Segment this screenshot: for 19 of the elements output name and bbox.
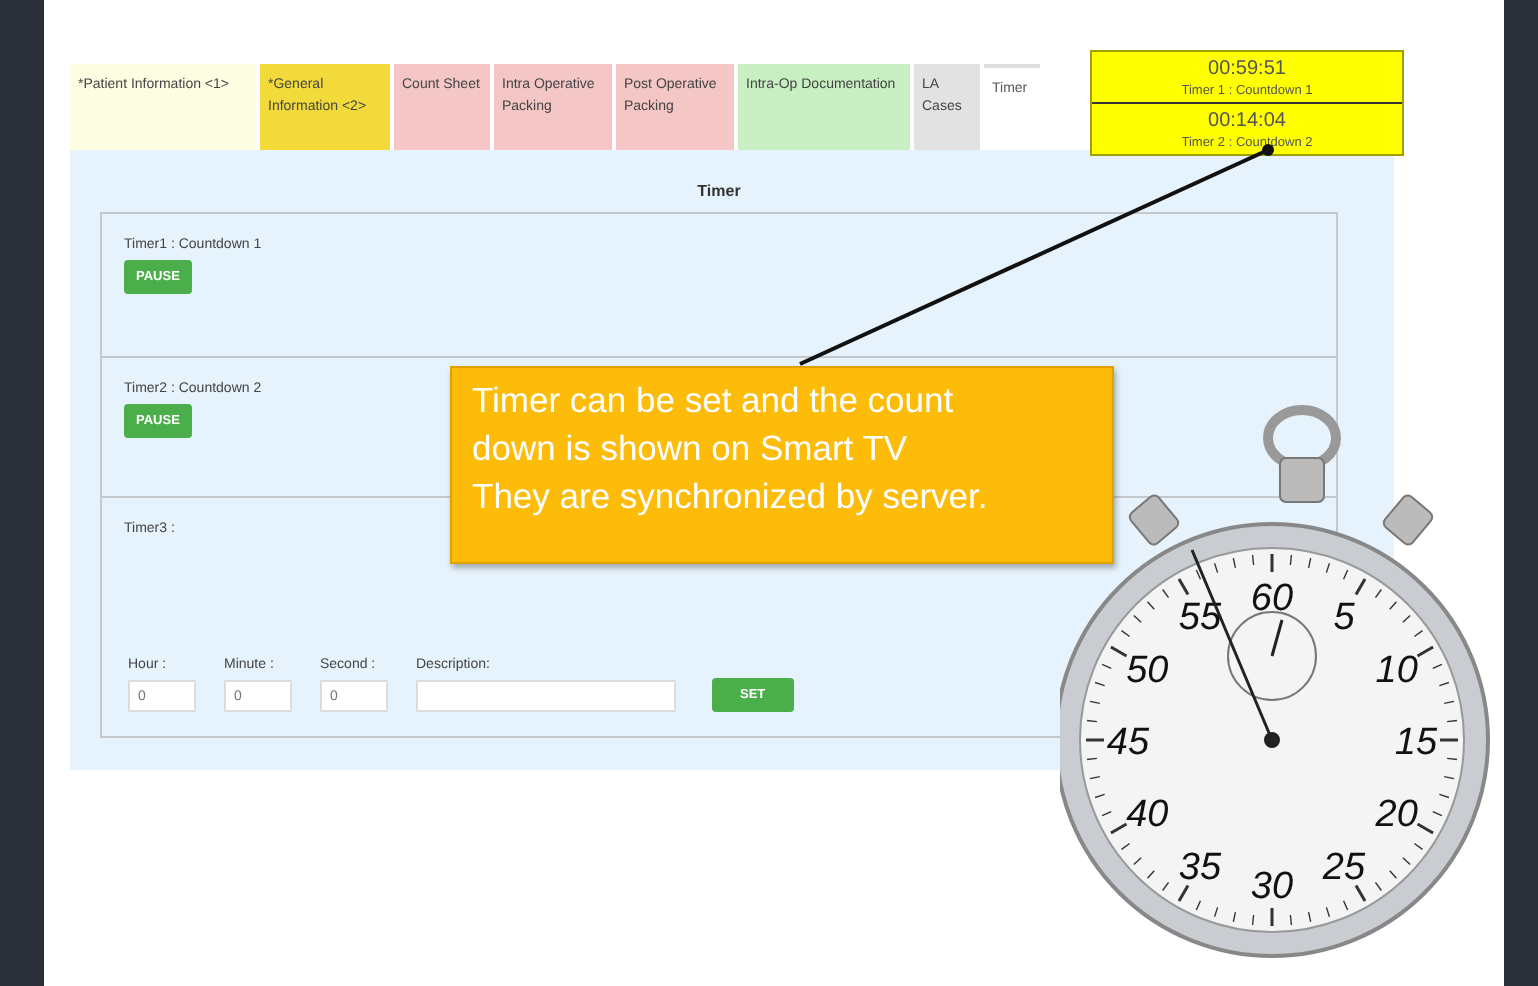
panel-title: Timer (695, 180, 743, 204)
dial-number: 35 (1178, 846, 1222, 889)
countdown-time: 00:14:04 (1208, 110, 1286, 132)
dial-number: 15 (1394, 722, 1438, 764)
input-field[interactable] (416, 680, 676, 712)
dial-number: 20 (1375, 794, 1418, 836)
dial-number: 5 (1333, 597, 1355, 640)
dial-number: 25 (1322, 846, 1366, 889)
countdown-time: 00:59:51 (1208, 58, 1286, 80)
dial-number: 30 (1250, 866, 1294, 908)
dial-number: 60 (1250, 578, 1294, 620)
dial-number: 55 (1178, 597, 1222, 640)
sub-dial-drawing (1227, 611, 1317, 701)
callout-note: Timer can be set and the count down is shown on Smart TV They are synchronized by server. (450, 366, 1114, 564)
dial-number: 50 (1126, 650, 1169, 692)
dial-number: 10 (1375, 650, 1418, 692)
hand-pivot-icon (1264, 732, 1280, 748)
dial-number: 40 (1126, 794, 1169, 836)
dial-number: 45 (1106, 722, 1150, 764)
